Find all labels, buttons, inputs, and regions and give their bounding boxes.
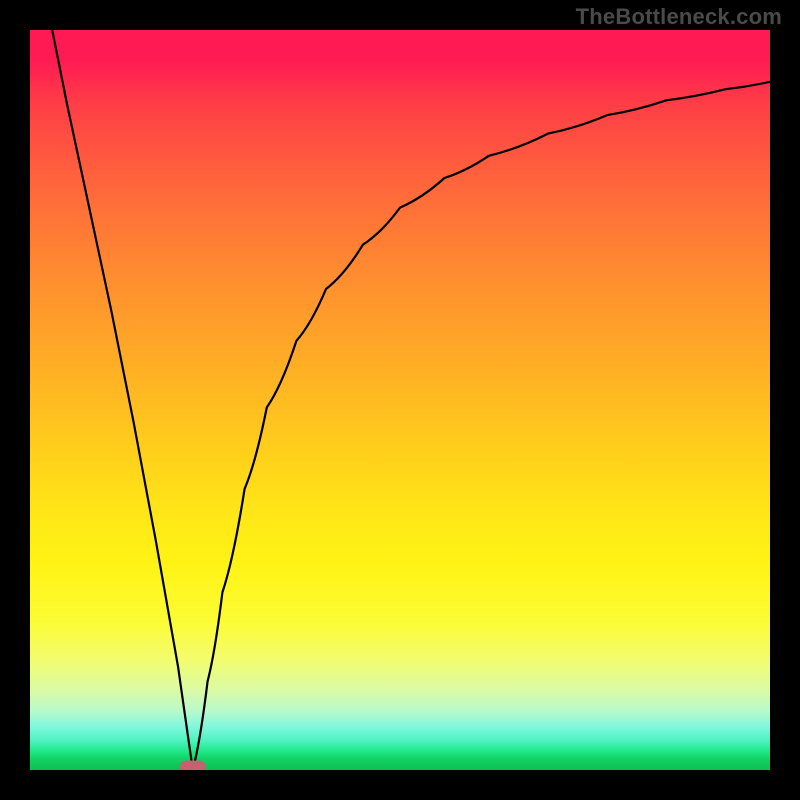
plot-area	[30, 30, 770, 770]
chart-frame: TheBottleneck.com	[0, 0, 800, 800]
bottleneck-curve	[52, 30, 770, 770]
curve-svg	[30, 30, 770, 770]
watermark-text: TheBottleneck.com	[576, 4, 782, 30]
optimum-marker	[180, 761, 206, 771]
